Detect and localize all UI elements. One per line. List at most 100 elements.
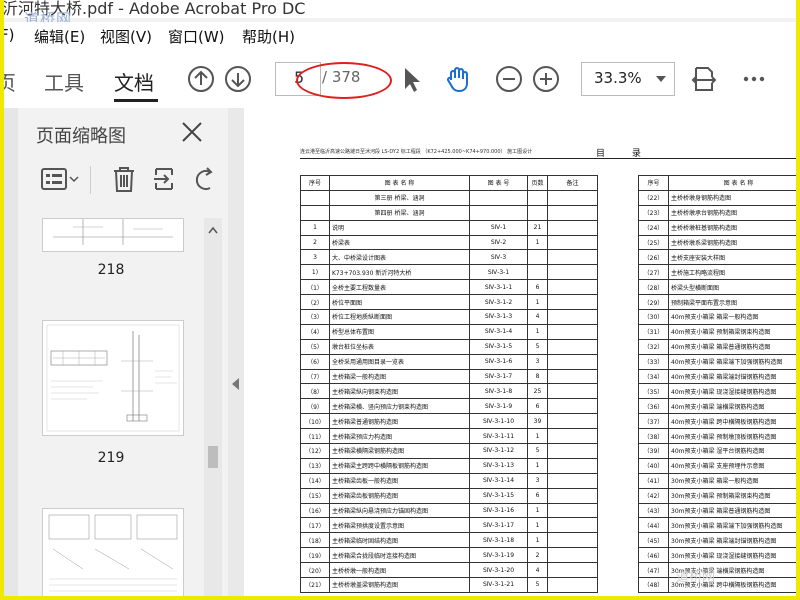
table-row: （14） 主桥箱梁齿板一般构造图 SⅣ-3-1-14 3	[300, 472, 598, 489]
table-cell	[547, 353, 598, 370]
table-cell: （34）	[638, 368, 669, 385]
table-cell: SⅣ-1	[469, 219, 528, 236]
table-row: （38） 40m预支小箱梁 预制墩顶板钢筋构造图	[638, 428, 796, 445]
table-cell: （16）	[300, 502, 330, 519]
scroll-up-icon[interactable]	[208, 226, 218, 234]
table-cell: 桥型总体布置图	[329, 323, 470, 340]
table-cell	[469, 204, 528, 221]
table-cell: 30m预支小箱梁 箱梁一般构造图	[668, 472, 796, 489]
thumbnail-options-icon[interactable]	[40, 164, 80, 194]
table-cell: SⅣ-3-1-16	[469, 502, 528, 519]
table-cell	[547, 472, 598, 489]
page-thumbnails-panel: 页面缩略图 218 219	[18, 108, 228, 596]
table-cell	[300, 189, 330, 206]
table-cell: （4）	[300, 323, 330, 340]
acrobat-window: 沂河特大桥.pdf - Adobe Acrobat Pro DC 道桥网 F) …	[4, 0, 796, 596]
table-cell: 2	[300, 234, 330, 251]
table-cell: （19）	[300, 547, 330, 564]
menu-bar: F) 编辑(E) 视图(V) 窗口(W) 帮助(H)	[4, 22, 796, 50]
table-row: （34） 40m预支小箱梁 箱梁端封锚钢筋构造图	[638, 368, 796, 385]
col-header: 图 表 名 称	[329, 175, 470, 191]
table-cell: 40m预支小箱梁 支座预埋件示意图	[668, 457, 796, 474]
tab-tools[interactable]: 工具	[44, 67, 84, 96]
table-cell: 主桥箱梁主跨跨中横隔板钢筋构造图	[329, 457, 470, 474]
table-row: （26） 主桥支座安装大样图	[638, 249, 796, 266]
table-cell: 主桥支座安装大样图	[668, 249, 796, 266]
menu-view[interactable]: 视图(V)	[100, 26, 152, 47]
table-row: （27） 主桥施工构略流程图	[638, 264, 796, 281]
close-icon[interactable]	[180, 120, 204, 144]
select-arrow-icon[interactable]	[397, 65, 425, 93]
table-cell: （24）	[638, 219, 669, 236]
thumbnail-scrollbar[interactable]	[204, 218, 222, 596]
thumbnail-page-219[interactable]	[42, 320, 184, 436]
header-rule	[300, 158, 796, 159]
tab-home[interactable]: 页	[4, 67, 16, 96]
table-row: （31） 40m预支小箱梁 预制箱梁钢束构造图	[638, 323, 796, 340]
table-cell: （27）	[638, 264, 669, 281]
table-row: （13） 主桥箱梁主跨跨中横隔板钢筋构造图 SⅣ-3-1-13 1	[300, 457, 598, 474]
table-cell	[547, 338, 598, 355]
table-cell: 主桥箱梁纵向悬浇预应力锚固构造图	[329, 502, 470, 519]
prev-page-icon[interactable]	[187, 65, 215, 93]
fit-page-icon[interactable]	[690, 65, 718, 93]
table-cell: 桥位工程地质纵断面图	[329, 309, 470, 325]
table-cell: 1	[527, 294, 548, 311]
table-header-row: 序号 图 表 名 称 图 表 号 页数 备注	[300, 175, 598, 191]
trash-icon[interactable]	[110, 164, 138, 194]
table-row: （2） 桥位平面图 SⅣ-3-1-2 1	[300, 294, 598, 311]
rotate-icon[interactable]	[194, 164, 214, 194]
table-cell: 主桥箱梁临时固结构造图	[329, 532, 470, 549]
collapse-arrow-icon[interactable]	[232, 378, 240, 390]
thumbnail-page-220[interactable]	[42, 508, 184, 596]
table-cell	[527, 204, 548, 221]
insert-page-icon[interactable]	[152, 164, 180, 194]
menu-window[interactable]: 窗口(W)	[168, 26, 225, 47]
table-cell	[547, 443, 598, 459]
col-header: 图 表 号	[469, 175, 528, 191]
table-cell	[547, 309, 598, 325]
zoom-select[interactable]: 33.3%	[581, 62, 675, 96]
table-cell	[547, 398, 598, 415]
menu-edit[interactable]: 编辑(E)	[34, 26, 85, 47]
table-cell: （35）	[638, 383, 669, 400]
table-cell: 墩台桩位坐标表	[329, 338, 470, 355]
table-cell: SⅣ-3-1	[469, 264, 528, 281]
table-cell: 说明	[329, 219, 470, 236]
next-page-icon[interactable]	[224, 65, 252, 93]
table-row: （24） 主桥桥墩桩基钢筋构造图	[638, 219, 796, 236]
table-row: 1 说明 SⅣ-1 21	[300, 219, 598, 236]
table-cell: SⅣ-3-1-5	[469, 338, 528, 355]
table-cell: SⅣ-3-1-17	[469, 517, 528, 534]
doc-header: 连云港至临沂高速公路潍日至沭河段 LS-DY2 标工程段 （K72+425.00…	[300, 149, 533, 155]
scrollbar-thumb[interactable]	[208, 446, 218, 468]
table-cell: 全桥采用通用图目录一览表	[329, 353, 470, 370]
table-cell: 主桥箱梁横隔梁钢筋构造图	[329, 443, 470, 459]
table-cell: （2）	[300, 294, 330, 311]
table-row: （9） 主桥箱梁横、竖向预应力钢束构造图 SⅣ-3-1-9 6	[300, 398, 598, 415]
tab-document[interactable]: 文档	[114, 67, 154, 96]
table-cell: 主桥箱梁纵向钢束构造图	[329, 383, 470, 400]
table-cell: 3	[527, 472, 548, 489]
zoom-in-icon[interactable]	[532, 65, 560, 93]
table-row: （41） 30m预支小箱梁 箱梁一般构造图	[638, 472, 796, 489]
table-cell: 主桥桥墩盖梁钢筋构造图	[329, 577, 470, 593]
panel-collapse-bar[interactable]	[228, 108, 244, 596]
table-cell: （8）	[300, 383, 330, 400]
active-tab-underline	[114, 99, 158, 102]
more-icon[interactable]	[740, 65, 768, 93]
hand-icon[interactable]	[444, 65, 472, 93]
table-row: （32） 40m预支小箱梁 箱梁普通钢筋构造图	[638, 338, 796, 355]
table-row: （7） 主桥箱梁一般构造图 SⅣ-3-1-7 8	[300, 368, 598, 385]
table-row: 第四册 桥梁、涵洞	[300, 204, 598, 221]
table-cell: （12）	[300, 443, 330, 459]
menu-file[interactable]: F)	[4, 26, 14, 44]
table-cell: （28）	[638, 279, 669, 296]
table-cell: SⅣ-3-1-7	[469, 368, 528, 385]
menu-help[interactable]: 帮助(H)	[242, 26, 295, 47]
zoom-out-icon[interactable]	[495, 65, 523, 93]
thumbnail-page-218[interactable]	[42, 218, 184, 252]
table-cell: 1	[527, 323, 548, 340]
table-cell: 5	[527, 577, 548, 593]
col-header: 序号	[300, 175, 330, 191]
